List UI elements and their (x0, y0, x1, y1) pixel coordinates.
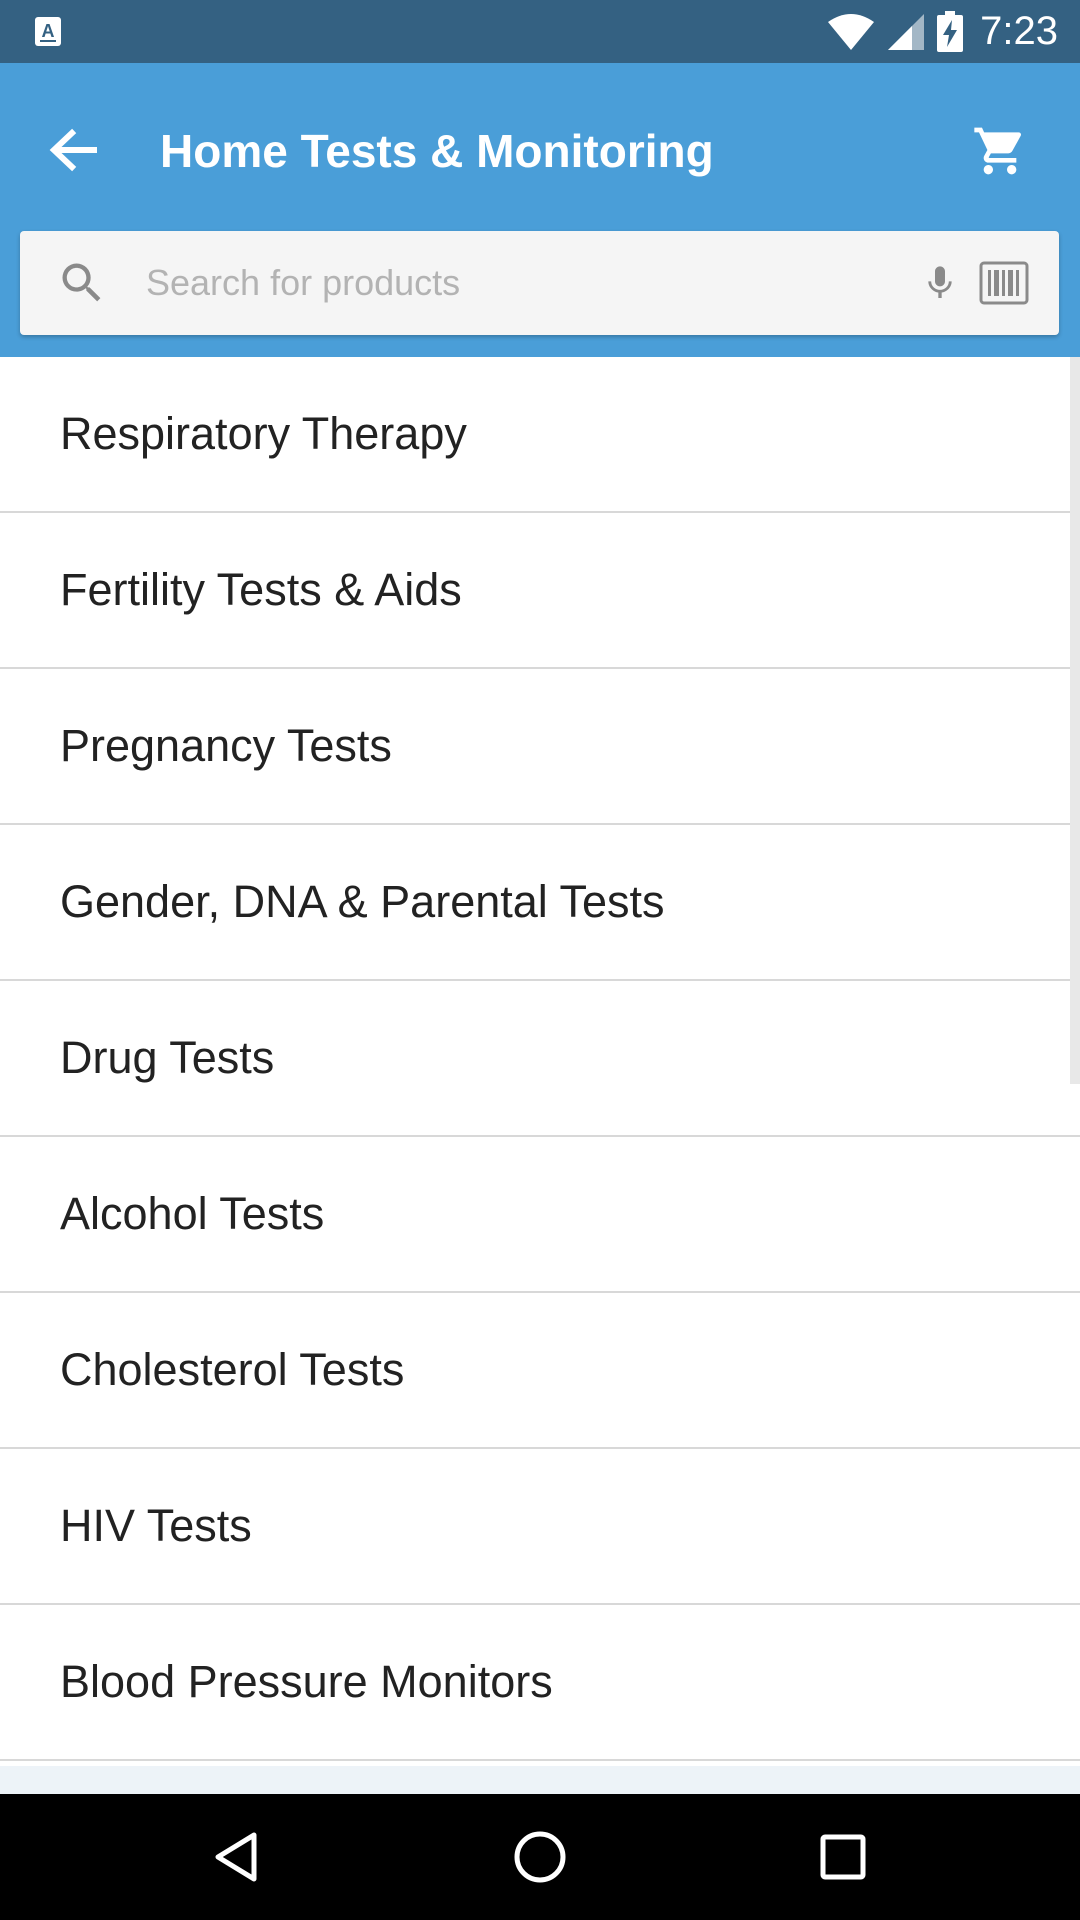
category-list: Respiratory Therapy Fertility Tests & Ai… (0, 357, 1080, 1794)
shopping-cart-icon (974, 127, 1022, 175)
list-item[interactable]: Alcohol Tests (0, 1137, 1080, 1293)
status-time: 7:23 (980, 9, 1058, 53)
barcode-icon (979, 261, 1029, 305)
scrollbar[interactable] (1070, 357, 1080, 1084)
list-item[interactable]: Drug Tests (0, 981, 1080, 1137)
back-button[interactable] (28, 105, 118, 195)
search-input[interactable] (146, 249, 886, 317)
list-footer-strip (0, 1766, 1080, 1794)
arrow-left-icon (49, 128, 97, 172)
category-label: Fertility Tests & Aids (60, 564, 462, 615)
cart-button[interactable] (950, 101, 1050, 201)
status-icons: 7:23 (826, 0, 1058, 63)
category-label: Blood Pressure Monitors (60, 1656, 553, 1707)
svg-text:A: A (42, 21, 55, 41)
category-label: Cholesterol Tests (60, 1344, 405, 1395)
nav-home-circle-icon (514, 1831, 566, 1883)
search-bar (20, 231, 1059, 335)
microphone-icon (928, 266, 952, 298)
battery-charging-icon (937, 10, 964, 52)
list-item[interactable]: Blood Pressure Monitors (0, 1605, 1080, 1761)
list-item[interactable]: Respiratory Therapy (0, 357, 1080, 513)
category-label: Respiratory Therapy (60, 408, 467, 459)
app-bar: Home Tests & Monitoring (0, 63, 1080, 357)
list-item[interactable]: Pregnancy Tests (0, 669, 1080, 825)
category-label: Pregnancy Tests (60, 720, 392, 771)
search-icon (62, 263, 101, 302)
nav-recents-button[interactable] (803, 1817, 883, 1897)
category-label: HIV Tests (60, 1500, 252, 1551)
category-label: Alcohol Tests (60, 1188, 325, 1239)
wifi-icon (828, 13, 875, 50)
nav-back-triangle-icon (215, 1832, 257, 1882)
system-navigation-bar (0, 1794, 1080, 1920)
cell-signal-icon (888, 13, 925, 50)
nav-recents-square-icon (820, 1834, 866, 1880)
category-label: Gender, DNA & Parental Tests (60, 876, 665, 927)
a-notification-icon: A (35, 17, 61, 46)
screen: A 7:23 Home Tests & Monitoring Search fo… (0, 0, 1080, 1920)
list-item[interactable]: Fertility Tests & Aids (0, 513, 1080, 669)
list-item[interactable]: HIV Tests (0, 1449, 1080, 1605)
nav-home-button[interactable] (500, 1817, 580, 1897)
list-item[interactable]: Cholesterol Tests (0, 1293, 1080, 1449)
page-title: Home Tests & Monitoring (160, 125, 714, 177)
status-bar: A 7:23 (0, 0, 1080, 63)
category-label: Drug Tests (60, 1032, 275, 1083)
barcode-scan-button[interactable] (972, 253, 1036, 313)
voice-search-button[interactable] (910, 253, 970, 313)
nav-back-button[interactable] (196, 1817, 276, 1897)
list-item[interactable]: Gender, DNA & Parental Tests (0, 825, 1080, 981)
